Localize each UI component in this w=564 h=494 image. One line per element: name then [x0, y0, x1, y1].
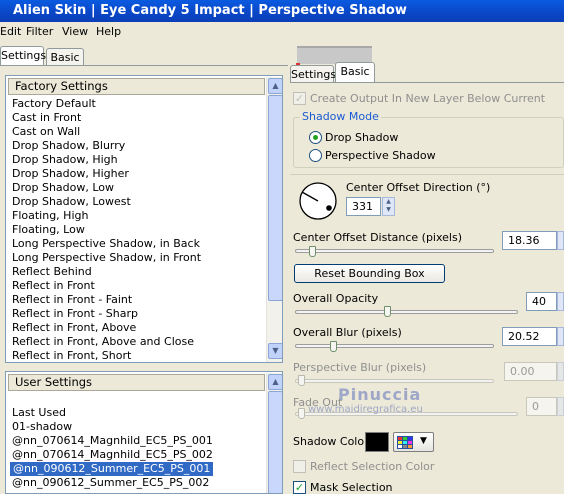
chevron-down-icon: ▼ — [420, 436, 427, 446]
window-title: Alien Skin | Eye Candy 5 Impact | Perspe… — [0, 0, 564, 22]
list-item[interactable]: @nn_070614_Magnhild_EC5_PS_002 — [12, 448, 213, 462]
reflect-selection-color-label: Reflect Selection Color — [310, 460, 435, 473]
scroll-down-icon[interactable]: ▼ — [268, 343, 282, 359]
overall-opacity-track[interactable] — [295, 310, 518, 314]
tab-basic-left[interactable]: Basic — [46, 48, 84, 65]
overall-opacity-label: Overall Opacity — [293, 292, 379, 305]
fade-out-slider[interactable] — [298, 408, 305, 419]
perspective-blur-spinner[interactable] — [557, 362, 564, 381]
scroll-thumb[interactable] — [268, 391, 282, 493]
drop-shadow-label: Drop Shadow — [325, 131, 399, 144]
right-tab-divider — [290, 82, 564, 83]
list-item[interactable]: Drop Shadow, High — [12, 153, 118, 167]
user-settings-list[interactable]: User Settings Last Used 01-shadow @nn_0706… — [5, 371, 283, 494]
overall-blur-track[interactable] — [295, 344, 494, 348]
list-item[interactable]: Long Perspective Shadow, in Front — [12, 251, 201, 265]
perspective-shadow-label: Perspective Shadow — [325, 149, 436, 162]
direction-dial-icon[interactable] — [298, 181, 338, 221]
center-offset-distance-track[interactable] — [295, 249, 494, 253]
create-output-checkbox[interactable]: ✓ — [293, 92, 306, 105]
opacity-spinner[interactable] — [557, 292, 564, 311]
scroll-up-icon[interactable]: ▲ — [268, 374, 282, 390]
scroll-up-icon[interactable]: ▲ — [268, 78, 282, 94]
overall-opacity-slider[interactable] — [384, 306, 391, 317]
list-item[interactable]: Reflect in Front, Short — [12, 349, 131, 362]
blur-spinner[interactable] — [557, 327, 564, 346]
tab-divider — [0, 65, 288, 66]
list-item[interactable]: Long Perspective Shadow, in Back — [12, 237, 200, 251]
overall-opacity-input[interactable]: 40 — [526, 292, 557, 311]
mask-selection-checkbox[interactable]: ✓ — [293, 481, 306, 494]
drop-shadow-radio[interactable] — [309, 131, 322, 144]
list-item[interactable]: Reflect in Front - Faint — [12, 293, 132, 307]
perspective-blur-track[interactable] — [295, 379, 494, 383]
mask-selection-label: Mask Selection — [310, 481, 393, 494]
perspective-shadow-radio[interactable] — [309, 149, 322, 162]
watermark-name: Pinuccia — [338, 385, 422, 404]
menu-view[interactable]: View — [62, 25, 88, 38]
list-item[interactable]: Reflect in Front, Above — [12, 321, 136, 335]
list-item[interactable]: Last Used — [12, 406, 66, 420]
list-item[interactable]: @nn_090612_Summer_EC5_PS_002 — [12, 476, 209, 490]
list-item[interactable]: Reflect in Front — [12, 279, 95, 293]
list-item[interactable]: Drop Shadow, Lowest — [12, 195, 131, 209]
factory-settings-header: Factory Settings — [8, 78, 265, 95]
overall-blur-label: Overall Blur (pixels) — [293, 326, 402, 339]
fade-out-spinner[interactable] — [557, 397, 564, 416]
menu-bar: Edit Filter View Help — [0, 22, 564, 42]
list-item[interactable]: Factory Default — [12, 97, 96, 111]
tab-settings-right[interactable]: Settings — [290, 65, 336, 82]
list-item[interactable]: Floating, Low — [12, 223, 85, 237]
list-item[interactable]: Cast on Wall — [12, 125, 80, 139]
shadow-color-label: Shadow Color — [293, 435, 369, 448]
center-offset-distance-input[interactable]: 18.36 — [502, 231, 557, 250]
reflect-selection-color-checkbox[interactable] — [293, 460, 306, 473]
menu-filter[interactable]: Filter — [26, 25, 53, 38]
color-grid-icon — [397, 436, 413, 449]
scroll-thumb[interactable] — [268, 95, 282, 301]
list-item[interactable]: @nn_070614_Magnhild_EC5_PS_001 — [12, 434, 213, 448]
list-item[interactable]: Cast in Front — [12, 111, 81, 125]
perspective-blur-label: Perspective Blur (pixels) — [293, 361, 427, 374]
list-item[interactable]: Reflect in Front - Sharp — [12, 307, 138, 321]
list-item[interactable]: 01-shadow — [12, 420, 72, 434]
shadow-color-swatch[interactable] — [365, 432, 389, 452]
fade-out-input[interactable]: 0 — [526, 397, 557, 416]
factory-scrollbar[interactable]: ▲ ▼ — [266, 77, 282, 362]
center-offset-distance-label: Center Offset Distance (pixels) — [293, 231, 463, 244]
list-item[interactable]: Floating, High — [12, 209, 88, 223]
center-offset-direction-input[interactable]: 331 — [346, 197, 381, 216]
center-offset-distance-slider[interactable] — [309, 246, 316, 257]
user-scrollbar[interactable]: ▲ — [266, 373, 282, 493]
direction-spinner[interactable]: ▲ ▼ — [382, 197, 395, 216]
list-item[interactable]: Reflect in Front, Above and Close — [12, 335, 194, 349]
center-offset-direction-label: Center Offset Direction (°) — [346, 181, 491, 194]
separator — [290, 174, 564, 175]
reset-bounding-box-button[interactable]: Reset Bounding Box — [294, 264, 445, 283]
list-item[interactable]: Reflect Behind — [12, 265, 92, 279]
tab-settings-left[interactable]: Settings — [0, 46, 46, 65]
list-item[interactable]: Drop Shadow, Higher — [12, 167, 129, 181]
perspective-blur-slider[interactable] — [298, 375, 305, 386]
menu-help[interactable]: Help — [96, 25, 121, 38]
overall-blur-input[interactable]: 20.52 — [502, 327, 557, 346]
create-output-label: Create Output In New Layer Below Current — [310, 92, 546, 105]
watermark-site: www.maidiregrafica.eu — [308, 404, 423, 415]
overall-blur-slider[interactable] — [330, 341, 337, 352]
list-item[interactable]: Drop Shadow, Blurry — [12, 139, 125, 153]
list-item[interactable]: @nn_090612_Summer_EC5_PS_001 — [10, 462, 214, 476]
factory-settings-list[interactable]: Factory Settings Factory Default Cast in … — [5, 75, 283, 363]
perspective-blur-input[interactable]: 0.00 — [504, 362, 557, 381]
user-settings-header: User Settings — [8, 374, 265, 391]
tab-basic-right[interactable]: Basic — [335, 62, 375, 82]
color-picker-button[interactable]: ▼ — [393, 432, 434, 452]
distance-spinner[interactable] — [557, 231, 564, 250]
list-item[interactable]: Drop Shadow, Low — [12, 181, 114, 195]
menu-edit[interactable]: Edit — [0, 25, 21, 38]
shadow-mode-label: Shadow Mode — [300, 110, 381, 123]
